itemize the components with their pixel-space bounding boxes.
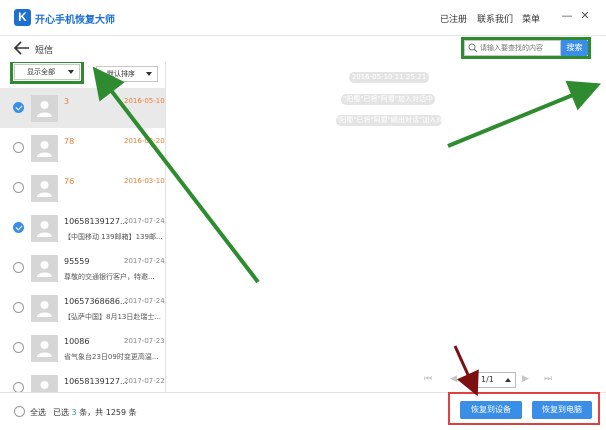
last-page-icon[interactable]: ⏭ <box>544 374 552 384</box>
list-item[interactable]: 10657368686... 2017-07-24 【弘萨中国】8月13日赴瑞士..… <box>0 288 165 328</box>
list-item[interactable]: 76 2016-03-10 <box>0 168 165 208</box>
menu-link[interactable]: 菜单 <box>522 12 540 25</box>
message-preview: 【弘萨中国】8月13日赴瑞士... <box>64 313 162 321</box>
selected-suffix: 条，共 1259 条 <box>79 408 137 417</box>
list-item[interactable]: 10658139127... 2017-07-24 【中国移动 139邮箱】139邮… <box>0 208 165 248</box>
select-all-label: 全选 <box>30 408 46 417</box>
recover-annotation-frame: 恢复到设备 恢复到电脑 <box>448 392 600 425</box>
row-checkbox[interactable] <box>13 102 24 113</box>
avatar <box>31 135 58 162</box>
avatar <box>31 375 58 392</box>
search-input[interactable] <box>480 42 560 54</box>
message-preview: 【中国移动 139邮箱】139邮... <box>64 233 162 241</box>
conversation-notice: "阳蜀"已将"阿蜀"加入对话中 <box>341 94 435 105</box>
contact-us-link[interactable]: 联系我们 <box>477 12 513 25</box>
message-list-panel: 显示全部 默认排序 3 2016-05-10 78 2016-03-20 76 2016-… <box>0 62 166 392</box>
person-icon <box>37 221 52 237</box>
app-logo: K <box>14 9 31 26</box>
selected-number: 3 <box>71 408 77 417</box>
avatar <box>31 95 58 122</box>
list-item[interactable]: 10658139127... 2017-07-22 <box>0 368 165 392</box>
sort-label: 默认排序 <box>107 70 135 78</box>
prev-page-icon[interactable]: ◀ <box>450 374 457 384</box>
list-item[interactable]: 95559 2017-07-24 尊敬的交通银行客户，特邀... <box>0 248 165 288</box>
avatar <box>31 215 58 242</box>
message-date: 2017-07-22 <box>124 377 165 385</box>
contact-name: 10658139127... <box>64 217 128 226</box>
person-icon <box>40 381 49 389</box>
message-date: 2017-07-24 <box>124 257 165 265</box>
first-page-icon[interactable]: ⏮ <box>424 374 432 384</box>
message-date: 2016-03-10 <box>124 177 165 185</box>
message-date: 2017-07-24 <box>124 297 165 305</box>
message-preview: 尊敬的交通银行客户，特邀... <box>64 273 155 281</box>
sort-dropdown[interactable]: 默认排序 <box>96 66 158 82</box>
row-checkbox[interactable] <box>13 342 24 353</box>
show-filter-dropdown[interactable]: 显示全部 <box>14 64 80 80</box>
avatar <box>31 295 58 322</box>
registered-link[interactable]: 已注册 <box>440 12 467 25</box>
person-icon <box>37 181 52 197</box>
selected-prefix: 已选 <box>53 408 69 417</box>
row-checkbox[interactable] <box>13 182 24 193</box>
message-date: 2017-07-23 <box>124 337 165 345</box>
dropdown-caret-icon <box>68 70 74 74</box>
person-icon <box>37 261 52 277</box>
message-date: 2017-07-24 <box>124 217 165 225</box>
search-field[interactable] <box>464 40 561 56</box>
contact-name: 10086 <box>64 337 90 346</box>
conversation-notice: "阳蜀"已将"阿蜀"踢出对话"加入对话中 <box>336 115 458 126</box>
close-icon[interactable]: ✕ <box>578 9 592 23</box>
select-all-checkbox[interactable] <box>14 406 25 417</box>
avatar <box>31 335 58 362</box>
recover-to-device-button[interactable]: 恢复到设备 <box>460 401 522 419</box>
avatar <box>31 255 58 282</box>
row-checkbox[interactable] <box>13 382 24 392</box>
search-icon <box>468 43 478 53</box>
contact-name: 95559 <box>64 257 90 266</box>
search-button[interactable]: 搜索 <box>561 40 588 56</box>
contact-name: 78 <box>64 137 75 146</box>
title-bar: K 开心手机恢复大师 已注册 联系我们 菜单 — ✕ <box>0 0 606 36</box>
contact-name: 10657368686... <box>64 297 128 306</box>
message-preview: 省气象台23日09时变更高温... <box>64 353 159 361</box>
contact-name: 76 <box>64 177 75 186</box>
page-title: 短信 <box>35 46 54 56</box>
conversation-timestamp: 2016-05-10 11:25:21 <box>349 72 429 83</box>
app-title: 开心手机恢复大师 <box>35 15 115 26</box>
avatar <box>31 175 58 202</box>
show-filter-annotation-frame: 显示全部 <box>10 62 84 84</box>
caret-up-icon <box>505 378 511 382</box>
search-annotation-frame: 搜索 <box>461 37 591 59</box>
person-icon <box>37 101 52 117</box>
back-arrow-icon[interactable] <box>14 41 30 55</box>
contact-name: 10658139127... <box>64 377 128 386</box>
list-item[interactable]: 78 2016-03-20 <box>0 128 165 168</box>
row-checkbox[interactable] <box>13 302 24 313</box>
list-item[interactable]: 3 2016-05-10 <box>0 88 165 128</box>
message-date: 2016-03-20 <box>124 137 165 145</box>
pager: ⏮ ◀ 1/1 ▶ ⏭ <box>420 372 560 388</box>
recover-to-pc-button[interactable]: 恢复到电脑 <box>532 401 592 419</box>
person-icon <box>37 341 52 357</box>
row-checkbox[interactable] <box>13 222 24 233</box>
next-page-icon[interactable]: ▶ <box>522 374 529 384</box>
conversation-panel: 2016-05-10 11:25:21 "阳蜀"已将"阿蜀"加入对话中 "阳蜀"… <box>166 62 606 392</box>
row-checkbox[interactable] <box>13 142 24 153</box>
show-filter-label: 显示全部 <box>27 68 55 76</box>
list-item[interactable]: 10086 2017-07-23 省气象台23日09时变更高温... <box>0 328 165 368</box>
contact-name: 3 <box>64 97 70 106</box>
row-checkbox[interactable] <box>13 262 24 273</box>
page-selector[interactable]: 1/1 <box>474 372 516 388</box>
person-icon <box>37 301 52 317</box>
selection-count: 已选 3 条，共 1259 条 <box>53 407 137 418</box>
minimize-icon[interactable]: — <box>560 9 574 23</box>
page-value: 1/1 <box>481 375 494 384</box>
message-date: 2016-05-10 <box>124 97 165 105</box>
filter-row: 显示全部 默认排序 <box>0 62 165 88</box>
dropdown-caret-icon <box>146 72 152 76</box>
person-icon <box>37 141 52 157</box>
